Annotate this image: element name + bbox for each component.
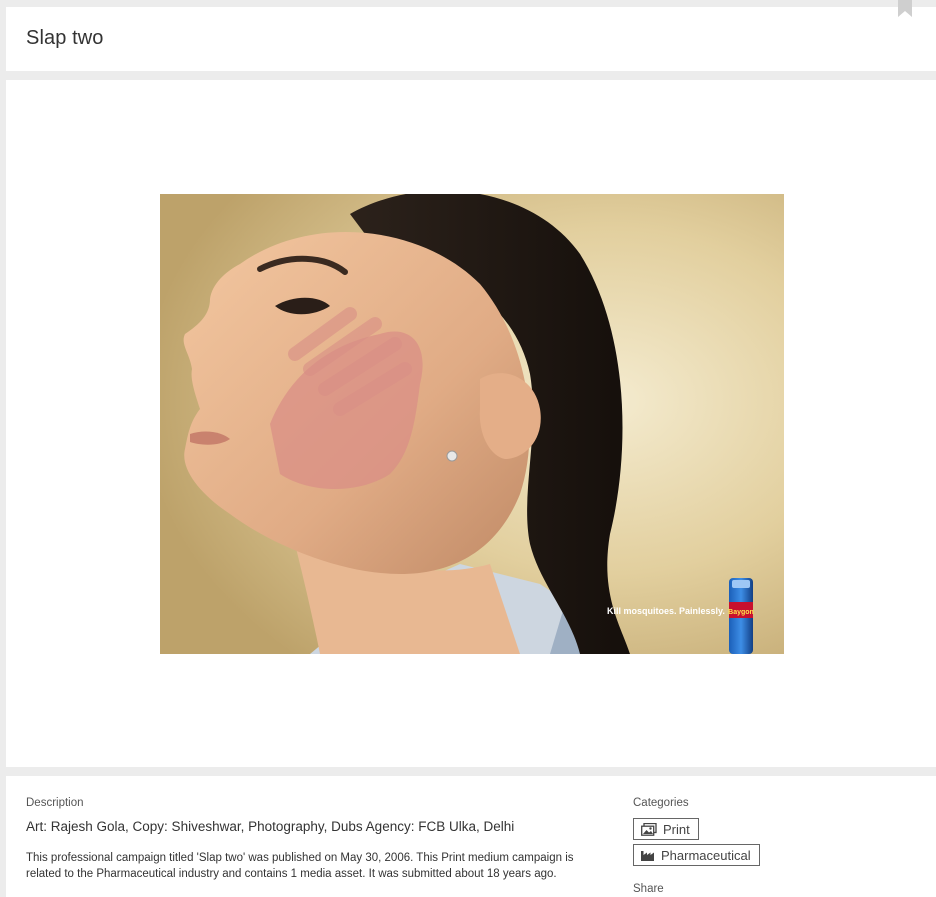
title-card: Slap two <box>6 7 936 71</box>
can-label: Baygon <box>728 609 754 616</box>
category-label-print: Print <box>663 821 690 837</box>
category-tag-print[interactable]: Print <box>633 818 699 840</box>
page-title: Slap two <box>26 27 104 49</box>
category-tag-pharmaceutical[interactable]: Pharmaceutical <box>633 844 760 866</box>
industry-icon <box>641 851 654 861</box>
categories-label: Categories <box>633 797 689 809</box>
campaign-photo: Kill mosquitoes. Painlessly. Baygon <box>160 194 784 654</box>
category-label-pharmaceutical: Pharmaceutical <box>661 847 751 863</box>
campaign-summary: This professional campaign titled 'Slap … <box>26 852 574 880</box>
details-card: Description Art: Rajesh Gola, Copy: Shiv… <box>6 776 936 897</box>
media-card: Kill mosquitoes. Painlessly. Baygon <box>6 80 936 767</box>
print-media-icon <box>641 822 657 836</box>
campaign-image[interactable]: Kill mosquitoes. Painlessly. Baygon <box>160 194 784 654</box>
share-label: Share <box>633 883 664 895</box>
ad-tagline: Kill mosquitoes. Painlessly. <box>607 606 725 616</box>
credits-text: Art: Rajesh Gola, Copy: Shiveshwar, Phot… <box>26 819 515 834</box>
description-label: Description <box>26 797 84 809</box>
bookmark-icon[interactable] <box>897 0 913 17</box>
